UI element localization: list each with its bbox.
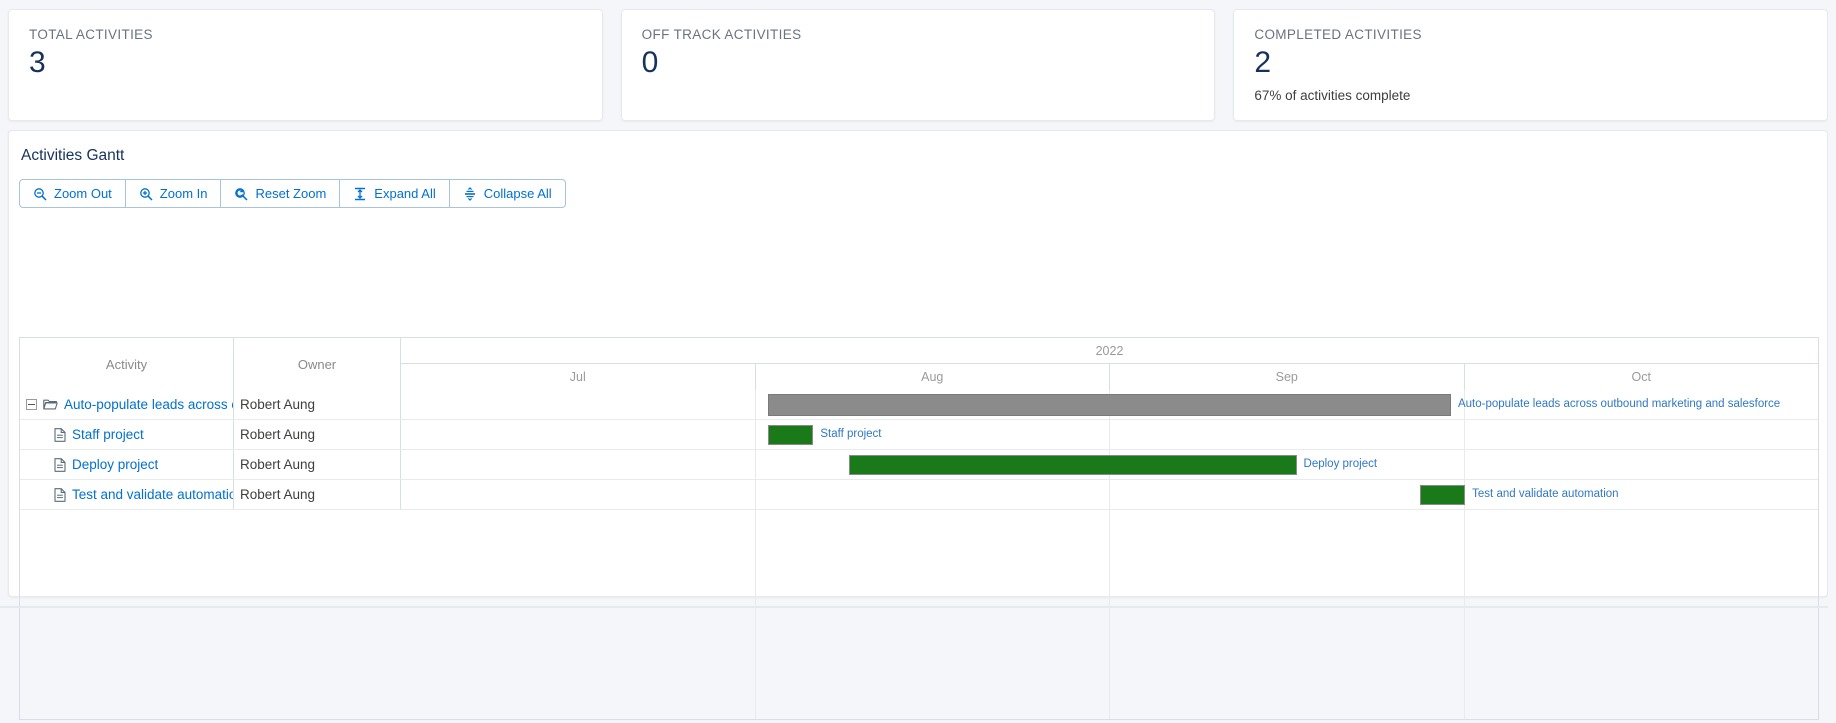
cell-owner: Robert Aung [234, 390, 401, 419]
table-row[interactable]: Deploy project Robert Aung Deploy projec… [20, 450, 1818, 480]
timeline-month-row: Jul Aug Sep Oct [401, 364, 1818, 390]
activity-link[interactable]: Test and validate automation [72, 487, 233, 502]
collapse-all-icon [463, 186, 477, 201]
kpi-subtext: 67% of activities complete [1254, 88, 1411, 103]
reset-zoom-icon [234, 187, 249, 201]
column-header-activity: Activity [20, 338, 234, 390]
cell-owner: Robert Aung [234, 480, 401, 509]
cell-timeline: Test and validate automation [401, 480, 1818, 509]
right-gutter [1828, 0, 1836, 723]
gantt-bar-label: Test and validate automation [1472, 488, 1619, 500]
kpi-label: COMPLETED ACTIVITIES [1254, 27, 1422, 42]
reset-zoom-label: Reset Zoom [255, 186, 327, 201]
timeline-header: 2022 Jul Aug Sep Oct [401, 338, 1818, 390]
gantt-bar-label: Staff project [820, 428, 882, 440]
table-row[interactable]: Staff project Robert Aung Staff project [20, 420, 1818, 450]
zoom-in-label: Zoom In [159, 186, 208, 201]
gantt-bar-label: Deploy project [1303, 458, 1378, 470]
zoom-out-label: Zoom Out [54, 186, 112, 201]
gantt-bar-task[interactable] [848, 455, 1297, 475]
cell-activity: Auto-populate leads across outbound mark… [20, 390, 234, 419]
kpi-card-completed-activities: COMPLETED ACTIVITIES 2 67% of activities… [1233, 9, 1829, 121]
gantt-header: Activity Owner 2022 Jul Aug Sep Oct [19, 337, 1819, 390]
kpi-value: 0 [641, 46, 659, 79]
kpi-value: 3 [29, 46, 46, 79]
activity-link[interactable]: Staff project [72, 427, 144, 442]
timeline-month-oct: Oct [1463, 364, 1819, 390]
kpi-label: TOTAL ACTIVITIES [29, 27, 153, 42]
expand-all-label: Expand All [374, 186, 436, 201]
cell-activity: Staff project [20, 420, 234, 449]
cell-activity: Test and validate automation [20, 480, 234, 509]
gantt-bar-task[interactable] [768, 425, 814, 445]
cell-timeline: Auto-populate leads across outbound mark… [401, 390, 1818, 419]
kpi-label: OFF TRACK ACTIVITIES [641, 27, 802, 42]
reset-zoom-button[interactable]: Reset Zoom [220, 179, 341, 208]
gantt-body: Auto-populate leads across outbound mark… [19, 390, 1819, 720]
timeline-year-label: 2022 [401, 338, 1818, 364]
table-row[interactable]: Auto-populate leads across outbound mark… [20, 390, 1818, 420]
document-icon [54, 487, 66, 502]
cell-timeline: Staff project [401, 420, 1818, 449]
collapse-all-button[interactable]: Collapse All [448, 179, 566, 208]
document-icon [54, 457, 66, 472]
cell-timeline: Deploy project [401, 450, 1818, 479]
gantt-bar-label: Auto-populate leads across outbound mark… [1457, 398, 1781, 410]
column-header-owner-label: Owner [297, 356, 337, 372]
gantt-toolbar: Zoom Out Zoom In Reset Zoom Expand All C… [19, 179, 1827, 208]
activity-link[interactable]: Auto-populate leads across outbound mark… [64, 397, 233, 412]
kpi-card-row: TOTAL ACTIVITIES 3 OFF TRACK ACTIVITIES … [0, 9, 1836, 121]
page-title: Activities Gantt [21, 147, 125, 164]
column-header-owner: Owner [234, 338, 401, 390]
timeline-month-jul: Jul [569, 370, 586, 384]
collapse-all-label: Collapse All [483, 186, 552, 201]
page-root: TOTAL ACTIVITIES 3 OFF TRACK ACTIVITIES … [0, 0, 1836, 723]
zoom-out-icon [33, 187, 47, 201]
folder-open-icon [43, 398, 58, 411]
footer-divider [0, 606, 1836, 608]
timeline-month-sep: Sep [1109, 364, 1464, 390]
column-header-activity-label: Activity [105, 356, 148, 372]
zoom-in-icon [139, 187, 153, 201]
gantt-bar-task[interactable] [1419, 485, 1466, 505]
expand-all-icon [353, 187, 367, 201]
timeline-month-aug: Aug [754, 364, 1110, 390]
kpi-card-total-activities: TOTAL ACTIVITIES 3 [8, 9, 603, 121]
cell-owner: Robert Aung [234, 450, 401, 479]
gantt-row-list: Auto-populate leads across outbound mark… [20, 390, 1818, 510]
activities-gantt-panel: Activities Gantt Zoom Out Zoom In Reset … [8, 130, 1828, 720]
document-icon [54, 427, 66, 442]
kpi-value: 2 [1254, 46, 1272, 79]
kpi-card-off-track-activities: OFF TRACK ACTIVITIES 0 [620, 9, 1216, 121]
cell-owner: Robert Aung [234, 420, 401, 449]
activity-link[interactable]: Deploy project [72, 457, 158, 472]
table-row[interactable]: Test and validate automation Robert Aung… [20, 480, 1818, 510]
collapse-toggle-icon[interactable] [26, 399, 37, 410]
gantt-chart: Activity Owner 2022 Jul Aug Sep Oct Auto… [19, 337, 1819, 720]
gantt-bar-summary[interactable] [768, 394, 1451, 416]
zoom-out-button[interactable]: Zoom Out [19, 179, 126, 208]
zoom-in-button[interactable]: Zoom In [124, 179, 222, 208]
expand-all-button[interactable]: Expand All [339, 179, 450, 208]
cell-activity: Deploy project [20, 450, 234, 479]
